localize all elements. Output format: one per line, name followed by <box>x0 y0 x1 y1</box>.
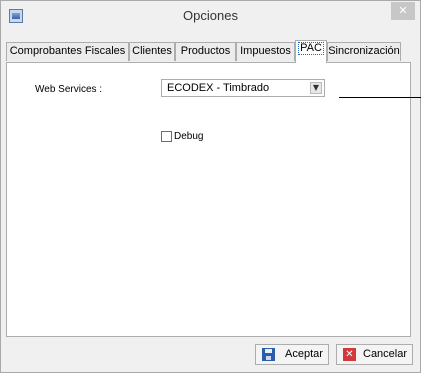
cancel-label: Cancelar <box>363 348 408 360</box>
web-services-label: Web Services : <box>35 84 103 95</box>
window-title: Opciones <box>183 8 238 23</box>
cancel-button[interactable]: ✕ Cancelar <box>336 344 413 365</box>
tab-pac[interactable]: PAC <box>295 40 327 63</box>
close-button[interactable]: ✕ <box>391 2 415 20</box>
tab-comprobantes-fiscales[interactable]: Comprobantes Fiscales <box>6 42 129 61</box>
chevron-down-icon[interactable]: ▼ <box>310 82 322 94</box>
tab-impuestos[interactable]: Impuestos <box>236 42 295 61</box>
cancel-icon: ✕ <box>343 348 356 361</box>
accept-label: Aceptar <box>285 348 323 360</box>
title-bar[interactable]: Opciones ✕ <box>1 1 420 32</box>
save-icon <box>262 348 275 361</box>
annotation-line <box>339 97 421 98</box>
tab-pac-label: PAC <box>298 42 324 55</box>
tab-clientes[interactable]: Clientes <box>129 42 175 61</box>
pac-tab-panel: Web Services : ECODEX - Timbrado ▼ Debug <box>6 62 411 337</box>
tab-productos[interactable]: Productos <box>175 42 236 61</box>
debug-checkbox[interactable] <box>161 131 172 142</box>
tab-sincronizacion[interactable]: Sincronización <box>327 42 401 61</box>
web-services-value: ECODEX - Timbrado <box>167 82 270 94</box>
debug-label: Debug <box>174 131 204 142</box>
web-services-dropdown[interactable]: ECODEX - Timbrado ▼ <box>161 79 325 97</box>
options-window: Opciones ✕ Comprobantes Fiscales Cliente… <box>0 0 421 373</box>
accept-button[interactable]: Aceptar <box>255 344 329 365</box>
